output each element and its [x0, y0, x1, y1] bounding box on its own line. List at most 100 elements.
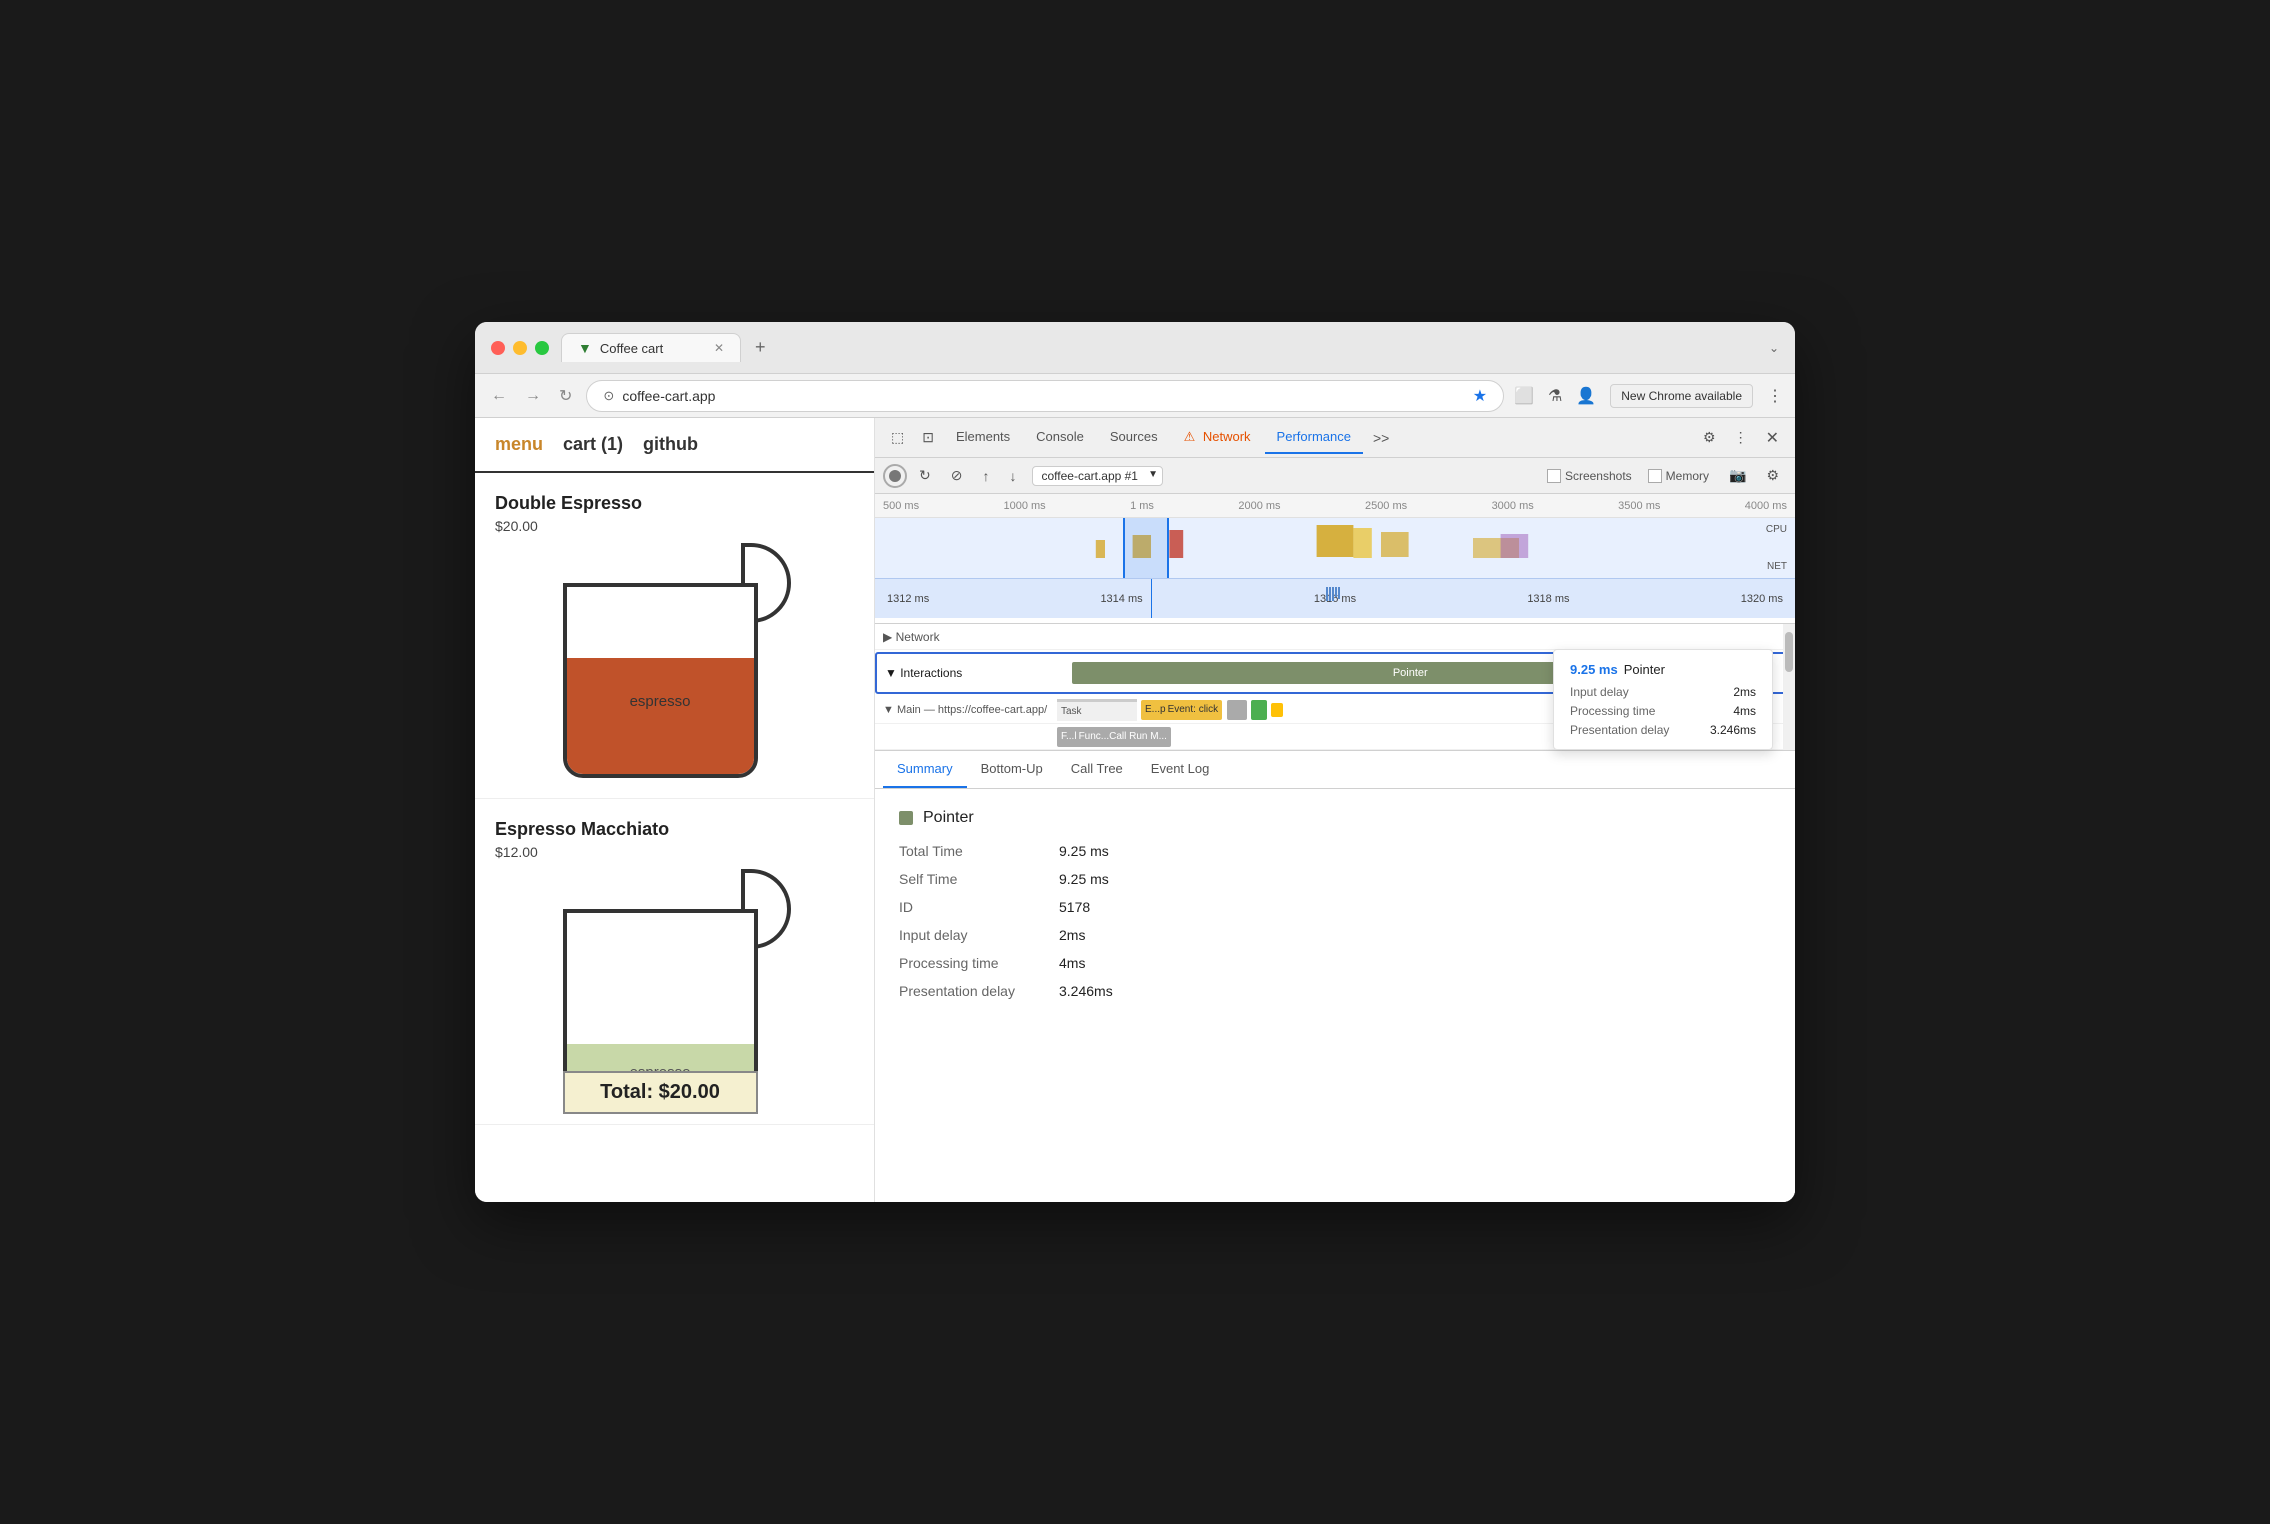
- interactions-track-label[interactable]: ▼ Interactions: [877, 666, 1057, 680]
- clear-profile-button[interactable]: ⊘: [943, 463, 971, 488]
- reload-button[interactable]: ↻: [555, 382, 576, 410]
- bottom-up-tab[interactable]: Bottom-Up: [967, 751, 1057, 788]
- timeline-scrollbar[interactable]: [1783, 624, 1795, 750]
- tooltip-processing-label: Processing time: [1570, 704, 1655, 718]
- func-bar[interactable]: F...l Func...Call Run M...: [1057, 727, 1171, 747]
- tooltip-pointer-label: Pointer: [1624, 662, 1665, 677]
- labs-icon[interactable]: ⚗: [1548, 386, 1562, 406]
- yellow-bar[interactable]: [1271, 703, 1283, 717]
- devtools-settings-icon[interactable]: ⚙: [1695, 425, 1724, 450]
- ruler-mark-3: 2000 ms: [1238, 500, 1280, 512]
- performance-settings-button[interactable]: ⚙: [1758, 463, 1787, 488]
- task-bar[interactable]: Task: [1057, 699, 1137, 721]
- devtools-panel: ⬚ ⊡ Elements Console Sources ⚠ Network P…: [875, 418, 1795, 1202]
- title-bar: ▼ Coffee cart ✕ + ⌄: [475, 322, 1795, 374]
- new-chrome-button[interactable]: New Chrome available: [1610, 384, 1753, 408]
- nav-menu[interactable]: menu: [495, 434, 543, 455]
- task-bar-2[interactable]: [1227, 700, 1247, 720]
- devtools-close-icon[interactable]: ✕: [1758, 424, 1787, 452]
- screenshots-label: Screenshots: [1565, 469, 1632, 483]
- zoom-band[interactable]: 1312 ms 1314 ms 1316 ms 1318 ms 1320 ms: [875, 578, 1795, 618]
- event-log-tab[interactable]: Event Log: [1137, 751, 1224, 788]
- func-label: F...l: [1061, 731, 1077, 742]
- browser-actions: ⬜ ⚗ 👤 New Chrome available ⋮: [1514, 384, 1783, 408]
- tab-performance[interactable]: Performance: [1265, 421, 1363, 454]
- product-image-2[interactable]: espresso Total: $20.00: [545, 874, 805, 1104]
- minimize-button[interactable]: [513, 341, 527, 355]
- profile-icon[interactable]: 👤: [1576, 386, 1596, 406]
- screenshots-checkbox-group: Screenshots: [1547, 469, 1632, 483]
- browser-tab[interactable]: ▼ Coffee cart ✕: [561, 333, 741, 362]
- website-panel: menu cart (1) github Double Espresso $20…: [475, 418, 875, 1202]
- summary-val-2: 5178: [1059, 899, 1090, 915]
- target-selector[interactable]: coffee-cart.app #1 ▼: [1032, 466, 1163, 486]
- summary-val-5: 3.246ms: [1059, 983, 1113, 999]
- nav-cart[interactable]: cart (1): [563, 434, 623, 455]
- tabs-menu-icon[interactable]: ⌄: [1769, 341, 1779, 355]
- tab-bar: ▼ Coffee cart ✕ + ⌄: [561, 331, 1779, 364]
- browser-window: ▼ Coffee cart ✕ + ⌄ ← → ↻ ⊙ coffee-cart.…: [475, 322, 1795, 1202]
- summary-row-5: Presentation delay 3.246ms: [899, 983, 1771, 999]
- devtools-subtoolbar: ↻ ⊘ ↑ ↓ coffee-cart.app #1 ▼ Screenshots…: [875, 458, 1795, 494]
- total-banner: Total: $20.00: [563, 1071, 758, 1114]
- net-label: NET: [1767, 561, 1787, 572]
- reload-profile-button[interactable]: ↻: [911, 463, 939, 488]
- network-track-label[interactable]: ▶ Network: [875, 630, 1055, 644]
- devtools-body: 500 ms 1000 ms 1 ms 2000 ms 2500 ms 3000…: [875, 494, 1795, 1202]
- interactions-row-wrapper: ▼ Interactions Pointer 9.25 ms: [875, 652, 1795, 694]
- product-name-2: Espresso Macchiato: [495, 819, 854, 840]
- pointer-bar-label: Pointer: [1393, 667, 1428, 679]
- maximize-button[interactable]: [535, 341, 549, 355]
- tab-close-icon[interactable]: ✕: [714, 341, 724, 355]
- tab-elements[interactable]: Elements: [944, 421, 1022, 454]
- record-button[interactable]: [883, 464, 907, 488]
- event-label: E...p: [1145, 704, 1166, 715]
- green-bar[interactable]: [1251, 700, 1267, 720]
- extensions-icon[interactable]: ⬜: [1514, 386, 1534, 406]
- summary-pointer-label: Pointer: [923, 809, 974, 827]
- browser-menu-icon[interactable]: ⋮: [1767, 386, 1783, 406]
- capture-screenshot-button[interactable]: 📷: [1721, 463, 1754, 488]
- element-picker-icon[interactable]: ⬚: [883, 425, 912, 450]
- close-button[interactable]: [491, 341, 505, 355]
- timeline-selection[interactable]: [1123, 518, 1169, 578]
- more-tabs-icon[interactable]: >>: [1365, 426, 1397, 450]
- tooltip-input-delay-label: Input delay: [1570, 685, 1629, 699]
- new-tab-button[interactable]: +: [745, 331, 776, 364]
- tab-title: Coffee cart: [600, 341, 663, 356]
- tooltip-input-delay-val: 2ms: [1733, 685, 1756, 699]
- upload-profile-button[interactable]: ↑: [974, 464, 997, 488]
- scrollbar-thumb[interactable]: [1785, 632, 1793, 672]
- bookmark-icon[interactable]: ★: [1473, 386, 1487, 406]
- network-track: ▶ Network: [875, 624, 1795, 650]
- main-content: menu cart (1) github Double Espresso $20…: [475, 418, 1795, 1202]
- call-tree-tab[interactable]: Call Tree: [1057, 751, 1137, 788]
- product-image-1[interactable]: espresso: [545, 548, 805, 778]
- summary-tabs: Summary Bottom-Up Call Tree Event Log: [875, 751, 1795, 789]
- ruler-mark-6: 3500 ms: [1618, 500, 1660, 512]
- device-mode-icon[interactable]: ⊡: [914, 425, 942, 450]
- tooltip-presentation-label: Presentation delay: [1570, 723, 1669, 737]
- tab-sources[interactable]: Sources: [1098, 421, 1170, 454]
- url-bar[interactable]: ⊙ coffee-cart.app ★: [586, 380, 1504, 412]
- zoom-mark-3: 1318 ms: [1527, 593, 1569, 605]
- tab-network[interactable]: ⚠ Network: [1172, 421, 1263, 455]
- nav-github[interactable]: github: [643, 434, 698, 455]
- tracks-area: ▶ Network ▼ Interactions Pointer: [875, 624, 1795, 751]
- memory-checkbox[interactable]: [1648, 469, 1662, 483]
- event-bar[interactable]: E...p Event: click: [1141, 700, 1222, 720]
- main-thread-label[interactable]: ▼ Main — https://coffee-cart.app/: [875, 704, 1055, 716]
- product-name-1: Double Espresso: [495, 493, 854, 514]
- cup-liquid-1: [567, 658, 754, 774]
- security-icon: ⊙: [603, 388, 614, 404]
- product-card-1: Double Espresso $20.00 espresso: [475, 473, 874, 799]
- overview-timeline: 500 ms 1000 ms 1 ms 2000 ms 2500 ms 3000…: [875, 494, 1795, 624]
- forward-button[interactable]: →: [521, 383, 545, 409]
- back-button[interactable]: ←: [487, 383, 511, 409]
- download-profile-button[interactable]: ↓: [1001, 464, 1024, 488]
- screenshots-checkbox[interactable]: [1547, 469, 1561, 483]
- tab-console[interactable]: Console: [1024, 421, 1096, 454]
- summary-tab[interactable]: Summary: [883, 751, 967, 788]
- devtools-more-icon[interactable]: ⋮: [1726, 425, 1756, 450]
- ruler-mark-4: 2500 ms: [1365, 500, 1407, 512]
